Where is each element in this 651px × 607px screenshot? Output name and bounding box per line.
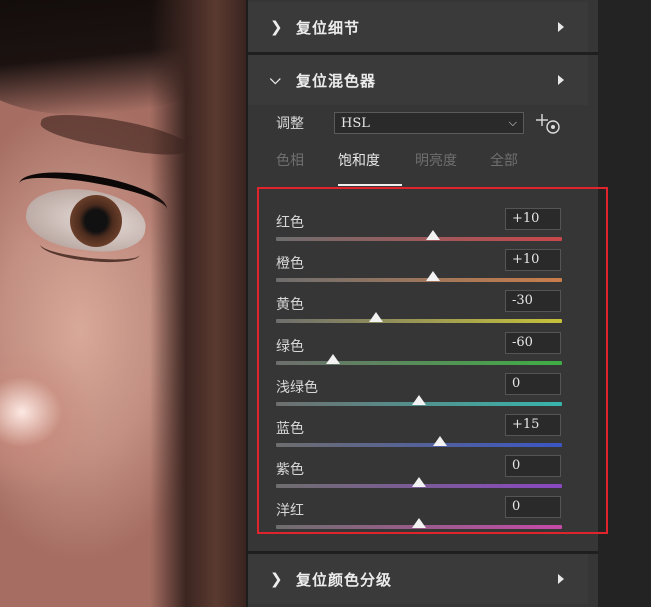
slider-blue: 蓝色 +15 [276, 414, 566, 458]
slider-red: 红色 +10 [276, 208, 566, 252]
adjust-label: 调整 [276, 116, 304, 132]
slider-thumb[interactable] [433, 436, 448, 446]
slider-track[interactable] [276, 237, 562, 241]
adjust-row: 调整 HSL ⌵ [276, 110, 576, 136]
slider-label: 蓝色 [276, 421, 304, 437]
slider-thumb[interactable] [412, 395, 426, 405]
hsl-panel: ❯ 复位细节 ⌵ 复位混色器 调整 HSL ⌵ 色相 饱和度 明亮度 全部 红色… [246, 0, 608, 607]
slider-value-input[interactable]: +15 [505, 414, 561, 436]
slider-label: 洋红 [276, 503, 304, 519]
slider-thumb[interactable] [426, 271, 441, 281]
section-title: 复位细节 [296, 18, 361, 37]
slider-value-input[interactable]: 0 [505, 496, 561, 518]
slider-thumb[interactable] [326, 354, 341, 364]
slider-aqua: 浅绿色 0 [276, 373, 566, 417]
section-title: 复位颜色分级 [296, 570, 393, 589]
slider-label: 红色 [276, 215, 304, 231]
tab-saturation[interactable]: 饱和度 [338, 150, 380, 170]
slider-orange: 橙色 +10 [276, 249, 566, 293]
tab-hue[interactable]: 色相 [276, 150, 304, 170]
section-reset-detail[interactable]: ❯ 复位细节 [248, 2, 588, 52]
slider-track[interactable] [276, 278, 562, 282]
photo-preview [0, 0, 246, 607]
slider-value-input[interactable]: +10 [505, 208, 561, 230]
section-reset-color-grading[interactable]: ❯ 复位颜色分级 [248, 554, 588, 604]
hsl-tabs: 色相 饱和度 明亮度 全部 [276, 150, 576, 190]
slider-thumb[interactable] [412, 518, 426, 528]
slider-track[interactable] [276, 319, 562, 323]
right-empty-strip [596, 0, 651, 607]
active-tab-underline [338, 184, 402, 186]
adjust-select-value: HSL [341, 115, 370, 131]
slider-label: 黄色 [276, 297, 304, 313]
section-reset-mixer[interactable]: ⌵ 复位混色器 [248, 55, 588, 105]
caret-right-icon[interactable] [558, 574, 564, 584]
slider-label: 绿色 [276, 339, 304, 355]
slider-label: 紫色 [276, 462, 304, 478]
slider-value-input[interactable]: 0 [505, 455, 561, 477]
slider-thumb[interactable] [369, 312, 384, 322]
chevron-right-icon: ❯ [270, 18, 283, 36]
slider-value-input[interactable]: +10 [505, 249, 561, 271]
slider-green: 绿色 -60 [276, 332, 566, 376]
slider-magenta: 洋红 0 [276, 496, 566, 540]
slider-thumb[interactable] [426, 230, 441, 240]
slider-track[interactable] [276, 361, 562, 365]
tab-all[interactable]: 全部 [490, 150, 518, 170]
slider-value-input[interactable]: -60 [505, 332, 561, 354]
slider-label: 橙色 [276, 256, 304, 272]
caret-right-icon[interactable] [558, 75, 564, 85]
slider-label: 浅绿色 [276, 380, 318, 396]
slider-purple: 紫色 0 [276, 455, 566, 499]
chevron-right-icon: ❯ [270, 570, 283, 588]
caret-right-icon[interactable] [558, 22, 564, 32]
tab-luminance[interactable]: 明亮度 [415, 150, 457, 170]
targeted-adjustment-icon[interactable] [535, 113, 563, 137]
slider-track[interactable] [276, 443, 562, 447]
slider-value-input[interactable]: -30 [505, 290, 561, 312]
adjust-select[interactable]: HSL ⌵ [334, 112, 524, 134]
chevron-down-icon: ⌵ [508, 116, 517, 129]
slider-thumb[interactable] [412, 477, 426, 487]
slider-value-input[interactable]: 0 [505, 373, 561, 395]
hair-side [150, 0, 246, 607]
chevron-down-icon: ⌵ [270, 72, 281, 88]
section-title: 复位混色器 [296, 71, 377, 90]
slider-yellow: 黄色 -30 [276, 290, 566, 334]
